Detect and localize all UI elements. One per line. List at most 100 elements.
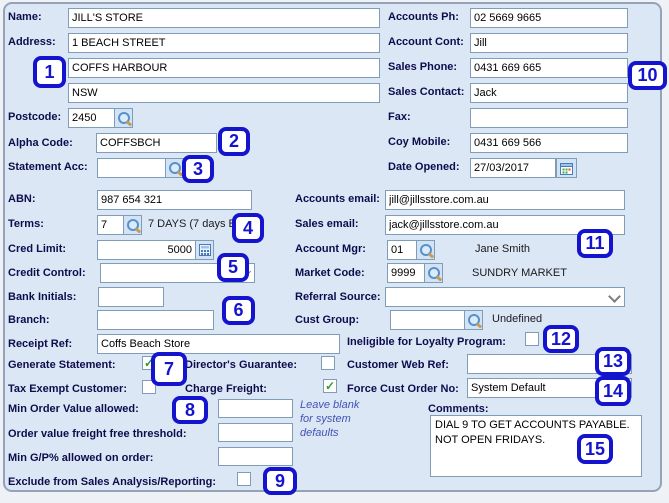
comments-label: Comments: xyxy=(428,403,489,415)
bank-initials-input[interactable] xyxy=(98,287,164,307)
abn-input[interactable] xyxy=(97,190,252,210)
date-picker-button[interactable] xyxy=(556,158,577,178)
calendar-icon xyxy=(560,162,573,175)
tax-exempt-label: Tax Exempt Customer: xyxy=(8,383,127,395)
accounts-ph-input[interactable] xyxy=(470,8,628,28)
address-label: Address: xyxy=(8,36,56,48)
search-icon xyxy=(117,112,130,124)
force-cust-order-label: Force Cust Order No: xyxy=(347,383,459,395)
min-gp-label: Min G/P% allowed on order: xyxy=(8,452,154,464)
callout-14: 14 xyxy=(595,376,631,406)
postcode-lookup-button[interactable] xyxy=(114,108,133,128)
receipt-ref-input[interactable] xyxy=(97,334,340,354)
name-input[interactable] xyxy=(68,8,380,28)
alpha-code-label: Alpha Code: xyxy=(8,137,73,149)
search-icon xyxy=(467,314,480,326)
accounts-email-input[interactable] xyxy=(385,190,625,210)
callout-13: 13 xyxy=(595,347,631,376)
callout-3: 3 xyxy=(182,155,214,183)
cred-limit-calculator-button[interactable] xyxy=(195,240,214,260)
freight-free-threshold-input[interactable] xyxy=(218,423,293,442)
leave-blank-hint: Leave blank for system defaults xyxy=(300,399,360,439)
address-line1-input[interactable] xyxy=(68,33,380,53)
referral-source-label: Referral Source: xyxy=(295,291,381,303)
comments-line: DIAL 9 TO GET ACCOUNTS PAYABLE. xyxy=(435,419,630,431)
sales-phone-label: Sales Phone: xyxy=(388,61,458,73)
callout-5: 5 xyxy=(217,253,249,282)
accounts-ph-label: Accounts Ph: xyxy=(388,11,459,23)
market-code-lookup-button[interactable] xyxy=(424,263,443,283)
search-icon xyxy=(126,219,139,231)
account-cont-label: Account Cont: xyxy=(388,36,464,48)
exclude-sales-label: Exclude from Sales Analysis/Reporting: xyxy=(8,476,217,488)
bank-initials-label: Bank Initials: xyxy=(8,291,77,303)
terms-input[interactable] xyxy=(97,215,124,235)
sales-email-label: Sales email: xyxy=(295,218,359,230)
credit-control-label: Credit Control: xyxy=(8,267,86,279)
loyalty-checkbox[interactable] xyxy=(525,332,539,346)
account-mgr-input[interactable] xyxy=(387,240,417,260)
abn-label: ABN: xyxy=(8,193,36,205)
callout-10: 10 xyxy=(628,61,667,90)
search-icon xyxy=(168,162,181,174)
cust-group-name: Undefined xyxy=(492,313,543,325)
referral-source-select[interactable] xyxy=(385,287,625,307)
customer-details-form: Name: Address: Postcode: Alpha Code: Sta… xyxy=(0,0,669,503)
cred-limit-input[interactable] xyxy=(97,240,196,260)
statement-acc-label: Statement Acc: xyxy=(8,161,88,173)
statement-acc-input[interactable] xyxy=(97,158,166,178)
callout-15: 15 xyxy=(577,434,613,464)
callout-12: 12 xyxy=(543,325,579,353)
freight-free-label: Order value freight free threshold: xyxy=(8,428,187,440)
search-icon xyxy=(419,244,432,256)
charge-freight-label: Charge Freight: xyxy=(185,383,267,395)
coy-mobile-input[interactable] xyxy=(470,133,628,153)
cust-group-label: Cust Group: xyxy=(295,314,360,326)
callout-2: 2 xyxy=(218,127,250,156)
name-label: Name: xyxy=(8,11,42,23)
market-code-name: SUNDRY MARKET xyxy=(472,267,567,279)
generate-statement-label: Generate Statement: xyxy=(8,359,116,371)
address-line3-input[interactable] xyxy=(68,83,380,103)
calculator-icon xyxy=(198,244,211,256)
coy-mobile-label: Coy Mobile: xyxy=(388,136,451,148)
date-opened-label: Date Opened: xyxy=(388,161,460,173)
callout-4: 4 xyxy=(232,213,264,243)
charge-freight-checkbox[interactable] xyxy=(323,379,337,393)
min-gp-input[interactable] xyxy=(218,447,293,466)
accounts-email-label: Accounts email: xyxy=(295,193,380,205)
sales-phone-input[interactable] xyxy=(470,58,628,78)
callout-11: 11 xyxy=(577,229,613,258)
account-mgr-name: Jane Smith xyxy=(475,243,531,255)
min-order-value-input[interactable] xyxy=(218,399,293,418)
customer-web-ref-label: Customer Web Ref: xyxy=(347,359,449,371)
branch-input[interactable] xyxy=(97,310,214,330)
min-order-label: Min Order Value allowed: xyxy=(8,403,139,415)
market-code-label: Market Code: xyxy=(295,267,365,279)
sales-contact-input[interactable] xyxy=(470,83,628,103)
terms-lookup-button[interactable] xyxy=(123,215,142,235)
loyalty-label: Ineligible for Loyalty Program: xyxy=(347,336,506,348)
alpha-code-input[interactable] xyxy=(96,133,217,153)
account-cont-input[interactable] xyxy=(470,33,628,53)
cred-limit-label: Cred Limit: xyxy=(8,243,67,255)
cust-group-lookup-button[interactable] xyxy=(464,310,483,330)
account-mgr-lookup-button[interactable] xyxy=(416,240,435,260)
cust-group-input[interactable] xyxy=(390,310,465,330)
callout-9: 9 xyxy=(263,467,297,495)
branch-label: Branch: xyxy=(8,314,50,326)
callout-8: 8 xyxy=(172,396,208,424)
exclude-sales-checkbox[interactable] xyxy=(237,472,251,486)
date-opened-input[interactable] xyxy=(470,158,556,178)
sales-contact-label: Sales Contact: xyxy=(388,86,465,98)
address-line2-input[interactable] xyxy=(68,58,380,78)
terms-label: Terms: xyxy=(8,218,44,230)
callout-6: 6 xyxy=(222,296,255,325)
directors-guarantee-checkbox[interactable] xyxy=(321,356,335,370)
fax-label: Fax: xyxy=(388,111,411,123)
postcode-input[interactable] xyxy=(68,108,115,128)
fax-input[interactable] xyxy=(470,108,628,128)
directors-guarantee-label: Director's Guarantee: xyxy=(185,359,298,371)
market-code-input[interactable] xyxy=(387,263,425,283)
search-icon xyxy=(427,267,440,279)
